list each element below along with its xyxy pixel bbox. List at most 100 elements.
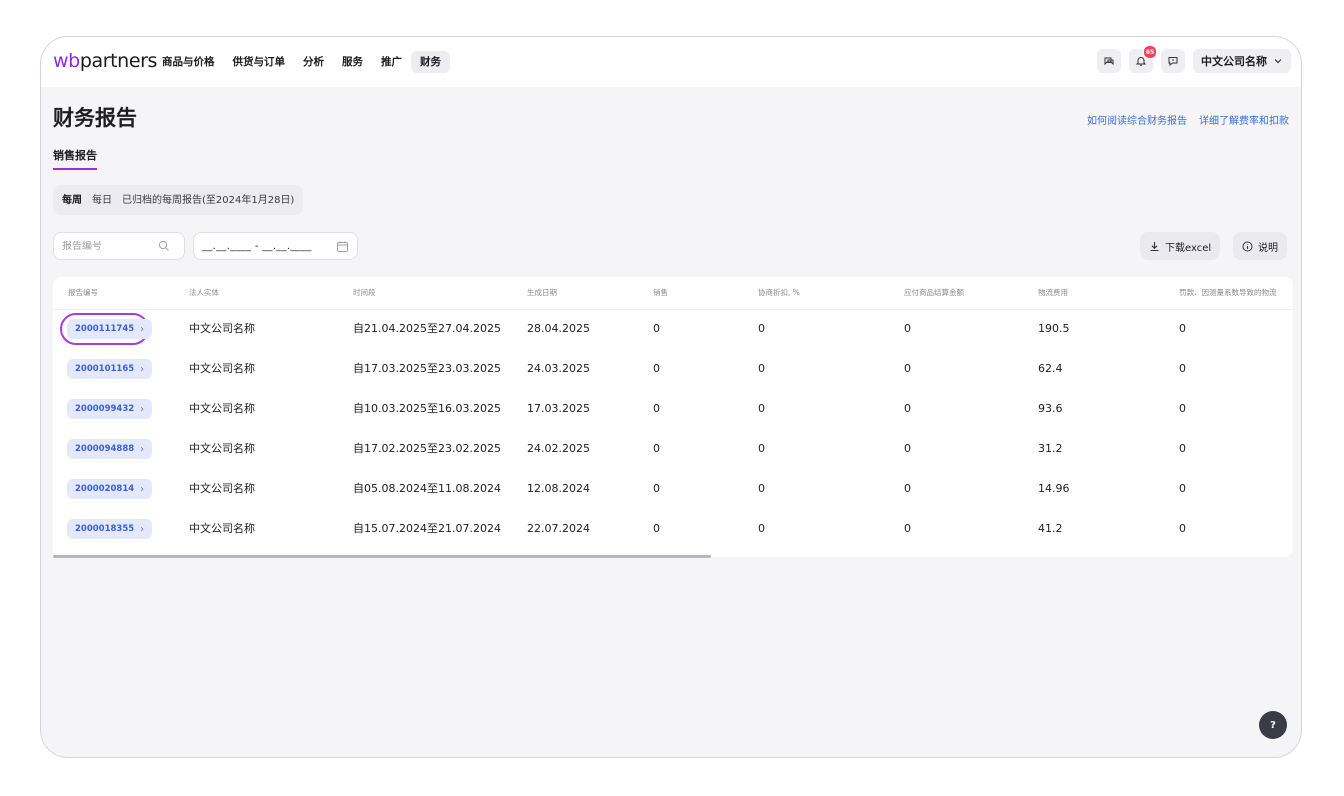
message-icon [1168, 57, 1178, 67]
logistics-cell: 31.2 [1038, 442, 1063, 455]
help-button[interactable]: ? [1259, 711, 1287, 739]
report-id-link[interactable]: 2000018355 › [67, 519, 153, 539]
help-link-read-report[interactable]: 如何阅读综合财务报告 [1087, 112, 1187, 127]
period-cell: 自05.08.2024至11.08.2024 [353, 482, 501, 495]
sales-cell: 0 [653, 442, 660, 455]
table-row[interactable]: 2000111745 › 中文公司名称 自21.04.2025至27.04.202… [53, 309, 1293, 349]
table-row[interactable]: 2000020814 › 中文公司名称 自05.08.2024至11.08.202… [53, 469, 1293, 509]
period-cell: 自17.03.2025至23.03.2025 [353, 362, 501, 375]
penalty-cell: 0 [1179, 522, 1186, 535]
logo-mark: wb [53, 50, 80, 72]
messages-button[interactable] [1161, 49, 1185, 73]
table-row[interactable]: 2000099432 › 中文公司名称 自10.03.2025至16.03.202… [53, 389, 1293, 429]
chat-icon [1104, 57, 1114, 66]
period-tab-daily[interactable]: 每日 [87, 190, 117, 211]
report-number-search [53, 232, 185, 260]
column-header[interactable]: 销售 [653, 287, 668, 299]
nav-item-promotion[interactable]: 推广 [372, 51, 411, 73]
tab-sales-report[interactable]: 销售报告 [53, 149, 97, 170]
table-header: 报告编号 法人实体 时间段 生成日期 销售 协商折扣, % 应付商品结算金额 物… [53, 277, 1293, 310]
company-name: 中文公司名称 [1201, 55, 1267, 68]
logistics-cell: 62.4 [1038, 362, 1063, 375]
payable-cell: 0 [904, 402, 911, 415]
period-tabs: 每周 每日 已归档的每周报告(至2024年1月28日) [53, 185, 304, 215]
chevron-right-icon: › [140, 523, 145, 535]
date-range-field[interactable]: __.__.____ - __.__.____ [193, 232, 358, 260]
logo[interactable]: wbpartners [53, 50, 157, 72]
download-excel-button[interactable]: 下载excel [1140, 232, 1221, 260]
column-header[interactable]: 协商折扣, % [758, 287, 800, 299]
payable-cell: 0 [904, 362, 911, 375]
sales-cell: 0 [653, 482, 660, 495]
report-id-link[interactable]: 2000099432 › [67, 399, 153, 419]
top-right-controls: 65 中文公司名称 [1097, 45, 1291, 73]
nav-item-finance[interactable]: 财务 [411, 51, 450, 73]
column-header[interactable]: 生成日期 [527, 287, 557, 299]
nav-item-analytics[interactable]: 分析 [294, 51, 333, 73]
explain-label: 说明 [1258, 242, 1278, 254]
horizontal-scrollbar[interactable] [53, 555, 711, 558]
company-selector[interactable]: 中文公司名称 [1193, 49, 1291, 73]
entity-cell: 中文公司名称 [189, 322, 255, 335]
calendar-icon[interactable] [336, 240, 349, 253]
search-icon[interactable] [158, 240, 170, 252]
report-id-link[interactable]: 2000101165 › [67, 359, 153, 379]
penalty-cell: 0 [1179, 442, 1186, 455]
chevron-right-icon: › [140, 483, 145, 495]
entity-cell: 中文公司名称 [189, 362, 255, 375]
table-row[interactable]: 2000094888 › 中文公司名称 自17.02.2025至23.02.202… [53, 429, 1293, 469]
payable-cell: 0 [904, 322, 911, 335]
sales-cell: 0 [653, 322, 660, 335]
logo-text: partners [79, 50, 158, 72]
report-id-link[interactable]: 2000020814 › [67, 479, 153, 499]
period-cell: 自21.04.2025至27.04.2025 [353, 322, 501, 335]
sales-cell: 0 [653, 402, 660, 415]
discount-cell: 0 [758, 362, 765, 375]
report-id: 2000094888 [75, 444, 135, 454]
entity-cell: 中文公司名称 [189, 402, 255, 415]
entity-cell: 中文公司名称 [189, 482, 255, 495]
logistics-cell: 41.2 [1038, 522, 1063, 535]
discount-cell: 0 [758, 322, 765, 335]
entity-cell: 中文公司名称 [189, 442, 255, 455]
report-id: 2000018355 [75, 524, 135, 534]
column-header[interactable]: 报告编号 [68, 287, 98, 299]
sales-cell: 0 [653, 362, 660, 375]
report-id-link[interactable]: 2000111745 › [67, 319, 153, 339]
reports-table: 报告编号 法人实体 时间段 生成日期 销售 协商折扣, % 应付商品结算金额 物… [53, 277, 1293, 557]
table-row[interactable]: 2000101165 › 中文公司名称 自17.03.2025至23.03.202… [53, 349, 1293, 389]
date-cell: 17.03.2025 [527, 402, 590, 415]
column-header[interactable]: 物流费用 [1038, 287, 1068, 299]
help-link-fees[interactable]: 详细了解费率和扣款 [1199, 112, 1289, 127]
nav-item-services[interactable]: 服务 [333, 51, 372, 73]
download-icon [1150, 241, 1159, 251]
column-header[interactable]: 法人实体 [189, 287, 219, 299]
logistics-cell: 14.96 [1038, 482, 1070, 495]
penalty-cell: 0 [1179, 402, 1186, 415]
nav-item-supplies[interactable]: 供货与订单 [224, 51, 295, 73]
period-tab-archived[interactable]: 已归档的每周报告(至2024年1月28日) [117, 190, 299, 211]
period-cell: 自10.03.2025至16.03.2025 [353, 402, 501, 415]
sales-cell: 0 [653, 522, 660, 535]
column-header[interactable]: 应付商品结算金额 [904, 287, 964, 299]
entity-cell: 中文公司名称 [189, 522, 255, 535]
date-cell: 28.04.2025 [527, 322, 590, 335]
report-id-link[interactable]: 2000094888 › [67, 439, 153, 459]
column-header[interactable]: 罚款、因测量系数导致的物流 [1179, 287, 1277, 299]
help-links: 如何阅读综合财务报告 详细了解费率和扣款 [1087, 112, 1289, 127]
page-title: 财务报告 [53, 106, 137, 130]
penalty-cell: 0 [1179, 482, 1186, 495]
period-tab-weekly[interactable]: 每周 [57, 190, 87, 211]
table-row[interactable]: 2000018355 › 中文公司名称 自15.07.2024至21.07.202… [53, 509, 1293, 549]
explain-button[interactable]: 说明 [1233, 232, 1287, 260]
chat-button[interactable] [1097, 49, 1121, 73]
chevron-right-icon: › [140, 323, 145, 335]
report-id: 2000101165 [75, 364, 135, 374]
column-header[interactable]: 时间段 [353, 287, 376, 299]
search-input[interactable] [62, 240, 158, 252]
penalty-cell: 0 [1179, 322, 1186, 335]
date-cell: 24.03.2025 [527, 362, 590, 375]
nav-item-products[interactable]: 商品与价格 [153, 51, 224, 73]
period-cell: 自17.02.2025至23.02.2025 [353, 442, 501, 455]
notifications-button[interactable]: 65 [1129, 45, 1157, 73]
